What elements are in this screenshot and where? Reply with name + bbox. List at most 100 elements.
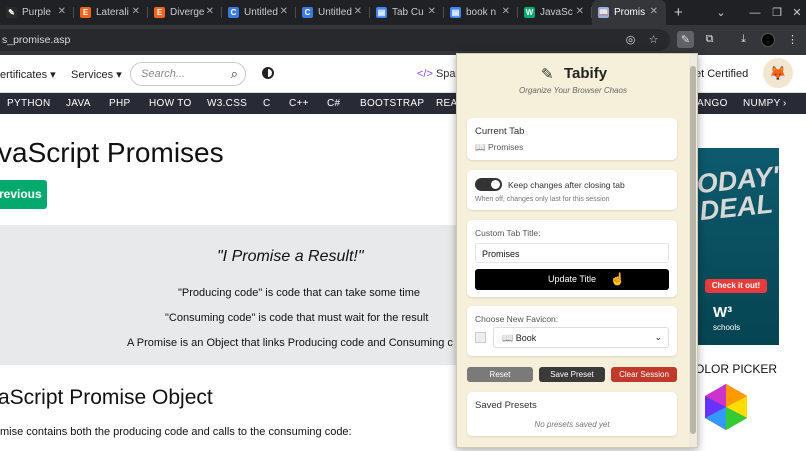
advertisement[interactable]: ODAY'S DEAL Check it out! W³ schools [696, 148, 779, 345]
etsy-icon: E [154, 7, 165, 18]
browser-tab[interactable]: ▤ book n ✕ [444, 0, 518, 25]
close-tab-icon[interactable]: ✕ [354, 6, 362, 17]
favicon-selected: Book [515, 333, 537, 343]
lang-link[interactable]: PHP [109, 98, 130, 109]
book-icon: 📖 [475, 142, 486, 152]
current-tab-name: 📖 Promises [475, 142, 523, 153]
previous-button[interactable]: revious [0, 180, 47, 209]
tab-label: Untitled [244, 7, 278, 18]
book-icon: 📖 [598, 7, 609, 18]
close-tab-icon[interactable]: ✕ [502, 6, 510, 17]
toggle-hint: When off, changes only last for this ses… [475, 196, 610, 203]
close-tab-icon[interactable]: ✕ [132, 6, 140, 17]
lang-link[interactable]: C [263, 98, 271, 109]
chevron-right-icon[interactable]: › [783, 98, 787, 109]
user-avatar[interactable]: 🦊 [763, 58, 793, 88]
tab-label: JavaSc [540, 7, 573, 18]
menu-kebab-icon[interactable]: ⋮ [784, 31, 801, 48]
address-bar[interactable]: s_promise.asp [0, 29, 670, 51]
bookmark-star-icon[interactable]: ☆ [645, 31, 662, 48]
profile-avatar[interactable] [761, 33, 775, 47]
w3schools-logo: W³ [713, 304, 733, 321]
lang-link[interactable]: NUMPY [743, 98, 781, 109]
favicon-label: Choose New Favicon: [475, 314, 559, 324]
close-tab-icon[interactable]: ✕ [58, 6, 66, 17]
saved-presets-card: Saved Presets No presets saved yet [467, 392, 677, 436]
extensions-puzzle-icon[interactable]: ⧉ [701, 31, 718, 48]
eye-off-icon[interactable]: ◎ [622, 31, 639, 48]
color-picker-heading[interactable]: OLOR PICKER [695, 362, 777, 376]
site-search-input[interactable]: Search... ⌕ [130, 62, 246, 86]
lang-link[interactable]: ANGO [697, 98, 728, 109]
lang-link[interactable]: W3.CSS [207, 98, 247, 109]
tabify-extension-icon[interactable]: ✎ [677, 31, 694, 48]
tab-label: Laterali [96, 7, 129, 18]
quote-line-1: "Producing code" is code that can take s… [178, 287, 420, 299]
chevron-down-icon: ⌄ [654, 332, 662, 342]
custom-title-input[interactable]: Promises [475, 243, 669, 263]
close-tab-icon[interactable]: ✕ [206, 6, 214, 17]
browser-tab[interactable]: ▤ Tab Cu ✕ [370, 0, 444, 25]
no-presets-text: No presets saved yet [534, 420, 610, 429]
section-heading: aScript Promise Object [0, 386, 213, 409]
tab-label: book n [466, 7, 497, 18]
keep-changes-toggle[interactable] [475, 178, 502, 191]
tab-label: Promis [614, 7, 646, 18]
etsy-icon: E [80, 7, 91, 18]
browser-tab[interactable]: C Untitled ✕ [296, 0, 370, 25]
favicon-preview [475, 332, 486, 343]
tab-label: Diverge [170, 7, 205, 18]
tab-label: Tab Cu [392, 7, 424, 18]
ad-cta-button[interactable]: Check it out! [705, 279, 767, 293]
lang-link[interactable]: PYTHON [7, 98, 50, 109]
tab-label: Purple [22, 7, 51, 18]
download-icon[interactable]: ⤓ [735, 31, 752, 48]
contrast-toggle-icon[interactable] [262, 67, 274, 79]
scrollbar-thumb[interactable] [690, 66, 696, 434]
popup-scrollbar[interactable] [689, 54, 697, 447]
nav-spaces[interactable]: </> Spac [417, 68, 461, 80]
chatgpt-icon: C [228, 7, 239, 18]
current-tab-card: Current Tab 📖 Promises [467, 118, 677, 160]
browser-tab[interactable]: E Diverge ✕ [148, 0, 222, 25]
close-tab-icon[interactable]: ✕ [280, 6, 288, 17]
lang-link[interactable]: HOW TO [149, 98, 192, 109]
toggle-label: Keep changes after closing tab [508, 180, 625, 190]
new-tab-icon[interactable]: + [674, 4, 690, 21]
w3schools-logo-text: schools [713, 323, 741, 332]
browser-tab[interactable]: ✎ Purple ✕ [0, 0, 74, 25]
nav-certificates[interactable]: ertificates ▾ [0, 68, 56, 81]
reset-button[interactable]: Reset [467, 367, 533, 382]
current-tab-heading: Current Tab [475, 126, 525, 137]
lang-link[interactable]: C++ [289, 98, 309, 109]
update-title-button[interactable]: Update Title [475, 269, 669, 290]
nav-services[interactable]: Services ▾ [71, 68, 122, 81]
ad-title: ODAY'S DEAL [696, 158, 779, 227]
doc-icon: ▤ [376, 7, 387, 18]
nav-get-certified[interactable]: et Certified [695, 68, 748, 80]
color-hexagon-icon[interactable] [701, 382, 751, 432]
browser-tab-strip: ✎ Purple ✕ E Laterali ✕ E Diverge ✕ C Untitled ✕ C Un… [0, 0, 806, 25]
browser-tab[interactable]: W JavaSc ✕ [518, 0, 592, 25]
mouse-pointer-icon: ☝ [610, 272, 625, 286]
tab-search-icon[interactable]: ⌄ [704, 0, 738, 25]
tab-label: Untitled [318, 7, 352, 18]
favicon-card: Choose New Favicon: 📖 Book ⌄ [467, 306, 677, 356]
lang-link[interactable]: JAVA [66, 98, 91, 109]
toolbar: s_promise.asp ◎ ☆ ✎ ⧉ ⤓ ⋮ [0, 25, 806, 55]
close-tab-icon[interactable]: ✕ [576, 6, 584, 17]
code-icon: </> [417, 68, 433, 80]
lang-link[interactable]: C# [327, 98, 340, 109]
save-preset-button[interactable]: Save Preset [539, 367, 605, 382]
close-window-icon[interactable]: ✕ [780, 0, 806, 25]
doc-icon: ▤ [450, 7, 461, 18]
close-tab-icon[interactable]: ✕ [650, 6, 658, 17]
favicon-select[interactable]: 📖 Book ⌄ [493, 327, 669, 348]
browser-tab[interactable]: C Untitled ✕ [222, 0, 296, 25]
browser-tab[interactable]: 📖 Promis ✕ [592, 0, 666, 25]
clear-session-button[interactable]: Clear Session [611, 367, 677, 382]
search-icon[interactable]: ⌕ [231, 66, 238, 82]
browser-tab[interactable]: E Laterali ✕ [74, 0, 148, 25]
lang-link[interactable]: BOOTSTRAP [360, 98, 424, 109]
close-tab-icon[interactable]: ✕ [428, 6, 436, 17]
